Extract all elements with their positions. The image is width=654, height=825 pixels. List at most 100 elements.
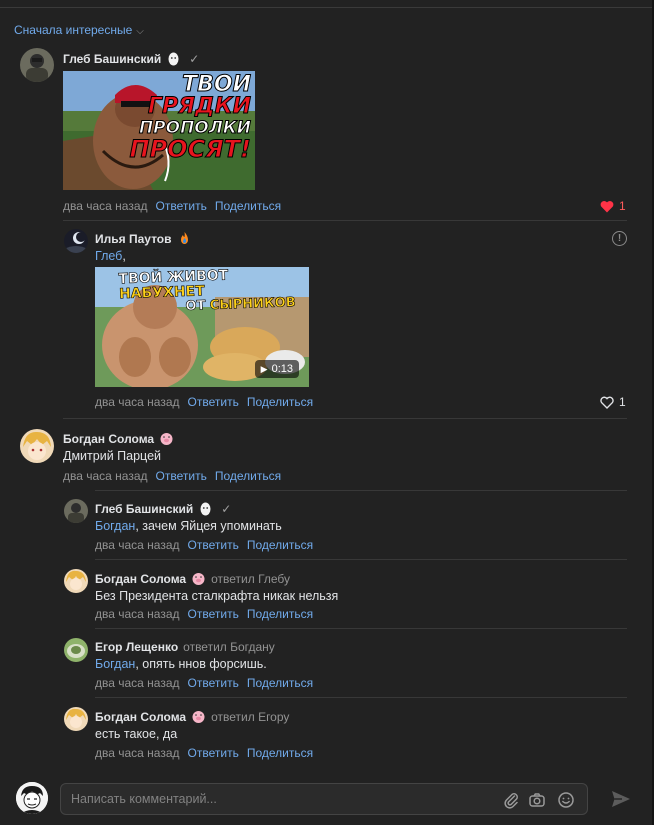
comment-meta: два часа назад Ответить Поделиться bbox=[95, 538, 313, 552]
mention-link[interactable]: Богдан bbox=[95, 519, 135, 533]
video-duration: ▶ 0:13 bbox=[254, 360, 299, 378]
comment-time[interactable]: два часа назад bbox=[63, 469, 148, 483]
reply-button[interactable]: Ответить bbox=[156, 199, 207, 213]
thumb-text-2: ГРЯДКИ bbox=[147, 94, 251, 119]
comment-text-rest: , зачем Яйцея упоминать bbox=[135, 519, 282, 533]
fire-emoji-icon bbox=[177, 231, 192, 246]
thumb-text-1: ТВОИ bbox=[182, 72, 252, 97]
comment-divider bbox=[95, 490, 627, 491]
comment-meta: два часа назад Ответить Поделиться bbox=[95, 746, 313, 760]
video-thumbnail[interactable]: ТВОЙ ЖИВОТ НАБУХНЕТ ОТ СЫРНИКОВ ▶ 0:13 bbox=[95, 267, 309, 387]
comment-meta: два часа назад Ответить Поделиться bbox=[95, 395, 313, 409]
avatar[interactable] bbox=[20, 48, 54, 82]
share-button[interactable]: Поделиться bbox=[247, 746, 313, 760]
comment-meta: два часа назад Ответить Поделиться bbox=[95, 676, 313, 690]
like-button[interactable]: 1 bbox=[600, 395, 626, 409]
author-name[interactable]: Богдан Солома bbox=[95, 710, 186, 724]
share-button[interactable]: Поделиться bbox=[247, 607, 313, 621]
author-name[interactable]: Глеб Башинский bbox=[95, 502, 193, 516]
comment-header: Глеб Башинский ✓ bbox=[63, 51, 199, 66]
author-name[interactable]: Богдан Солома bbox=[63, 432, 154, 446]
smile-icon[interactable] bbox=[557, 791, 575, 809]
mention-link[interactable]: Богдан bbox=[95, 657, 135, 671]
comment-text: Богдан, опять ннов форсишь. bbox=[95, 657, 267, 671]
replied-to[interactable]: ответил Егору bbox=[211, 710, 289, 724]
chevron-down-icon: ⌵ bbox=[136, 25, 144, 37]
avatar[interactable] bbox=[64, 707, 88, 731]
comment-text: Без Президента сталкрафта никак нельзя bbox=[95, 589, 339, 603]
heart-filled-icon bbox=[600, 200, 614, 212]
author-name[interactable]: Глеб Башинский bbox=[63, 52, 161, 66]
my-avatar[interactable] bbox=[16, 782, 48, 814]
reply-button[interactable]: Ответить bbox=[188, 746, 239, 760]
share-button[interactable]: Поделиться bbox=[215, 199, 281, 213]
avatar[interactable] bbox=[64, 638, 88, 662]
report-icon[interactable]: ! bbox=[612, 231, 627, 246]
like-button[interactable]: 1 bbox=[600, 199, 626, 213]
reply-button[interactable]: Ответить bbox=[188, 676, 239, 690]
comment-meta: два часа назад Ответить Поделиться bbox=[95, 607, 313, 621]
like-count: 1 bbox=[619, 395, 626, 409]
author-name[interactable]: Егор Лещенко bbox=[95, 640, 178, 654]
comment-text-rest: , bbox=[122, 249, 126, 263]
send-icon[interactable] bbox=[610, 788, 632, 810]
verified-check-icon: ✓ bbox=[189, 51, 200, 66]
comment-header: Илья Паутов bbox=[95, 231, 192, 246]
reply-button[interactable]: Ответить bbox=[156, 469, 207, 483]
heart-outline-icon bbox=[600, 396, 614, 409]
comment-divider bbox=[63, 418, 627, 419]
sort-label: Сначала интересные bbox=[14, 23, 133, 37]
comment-time[interactable]: два часа назад bbox=[95, 676, 180, 690]
replied-to[interactable]: ответил Богдану bbox=[183, 640, 275, 654]
comment-time[interactable]: два часа назад bbox=[63, 199, 148, 213]
avatar[interactable] bbox=[64, 229, 88, 253]
comment-divider bbox=[63, 220, 627, 221]
comment-image[interactable]: ТВОИ ГРЯДКИ ПРОПОЛКИ ПРОСЯТ! bbox=[63, 71, 255, 190]
comment-divider bbox=[95, 628, 627, 629]
video-title-2: ОТ bbox=[185, 298, 206, 315]
comment-text: есть такое, да bbox=[95, 727, 178, 741]
comment-time[interactable]: два часа назад bbox=[95, 538, 180, 552]
thumb-text-4: ПРОСЯТ! bbox=[129, 135, 251, 163]
pig-emoji-icon bbox=[191, 571, 206, 586]
comment-time[interactable]: два часа назад bbox=[95, 395, 180, 409]
mention-link[interactable]: Глеб bbox=[95, 249, 122, 263]
share-button[interactable]: Поделиться bbox=[215, 469, 281, 483]
comment-meta: два часа назад Ответить Поделиться bbox=[63, 199, 281, 213]
reply-button[interactable]: Ответить bbox=[188, 538, 239, 552]
replied-to[interactable]: ответил Глебу bbox=[211, 572, 290, 586]
paperclip-icon[interactable] bbox=[502, 791, 520, 809]
play-icon: ▶ bbox=[260, 363, 268, 374]
comment-header: Богдан Солома ответил Егору bbox=[95, 709, 289, 724]
comment-text: Глеб, bbox=[95, 249, 126, 263]
comment-divider bbox=[95, 697, 627, 698]
verified-check-icon: ✓ bbox=[221, 501, 232, 516]
camera-icon[interactable] bbox=[528, 791, 546, 809]
comment-time[interactable]: два часа назад bbox=[95, 746, 180, 760]
comment-header: Егор Лещенко ответил Богдану bbox=[95, 640, 275, 654]
comment-text: Дмитрий Парцей bbox=[63, 449, 161, 463]
pig-emoji-icon bbox=[159, 431, 174, 446]
comment-text: Богдан, зачем Яйцея упоминать bbox=[95, 519, 282, 533]
reply-button[interactable]: Ответить bbox=[188, 607, 239, 621]
share-button[interactable]: Поделиться bbox=[247, 676, 313, 690]
share-button[interactable]: Поделиться bbox=[247, 538, 313, 552]
top-divider bbox=[0, 7, 652, 8]
avatar[interactable] bbox=[20, 429, 54, 463]
comment-header: Богдан Солома bbox=[63, 431, 174, 446]
comment-input[interactable] bbox=[71, 784, 491, 814]
comment-meta: два часа назад Ответить Поделиться bbox=[63, 469, 281, 483]
sort-dropdown[interactable]: Сначала интересные ⌵ bbox=[14, 23, 144, 37]
avatar[interactable] bbox=[64, 499, 88, 523]
egg-emoji-icon bbox=[198, 501, 213, 516]
comment-header: Глеб Башинский ✓ bbox=[95, 501, 231, 516]
egg-emoji-icon bbox=[166, 51, 181, 66]
share-button[interactable]: Поделиться bbox=[247, 395, 313, 409]
reply-button[interactable]: Ответить bbox=[188, 395, 239, 409]
author-name[interactable]: Илья Паутов bbox=[95, 232, 172, 246]
author-name[interactable]: Богдан Солома bbox=[95, 572, 186, 586]
comment-time[interactable]: два часа назад bbox=[95, 607, 180, 621]
comment-input-box[interactable] bbox=[60, 783, 588, 815]
like-count: 1 bbox=[619, 199, 626, 213]
avatar[interactable] bbox=[64, 569, 88, 593]
